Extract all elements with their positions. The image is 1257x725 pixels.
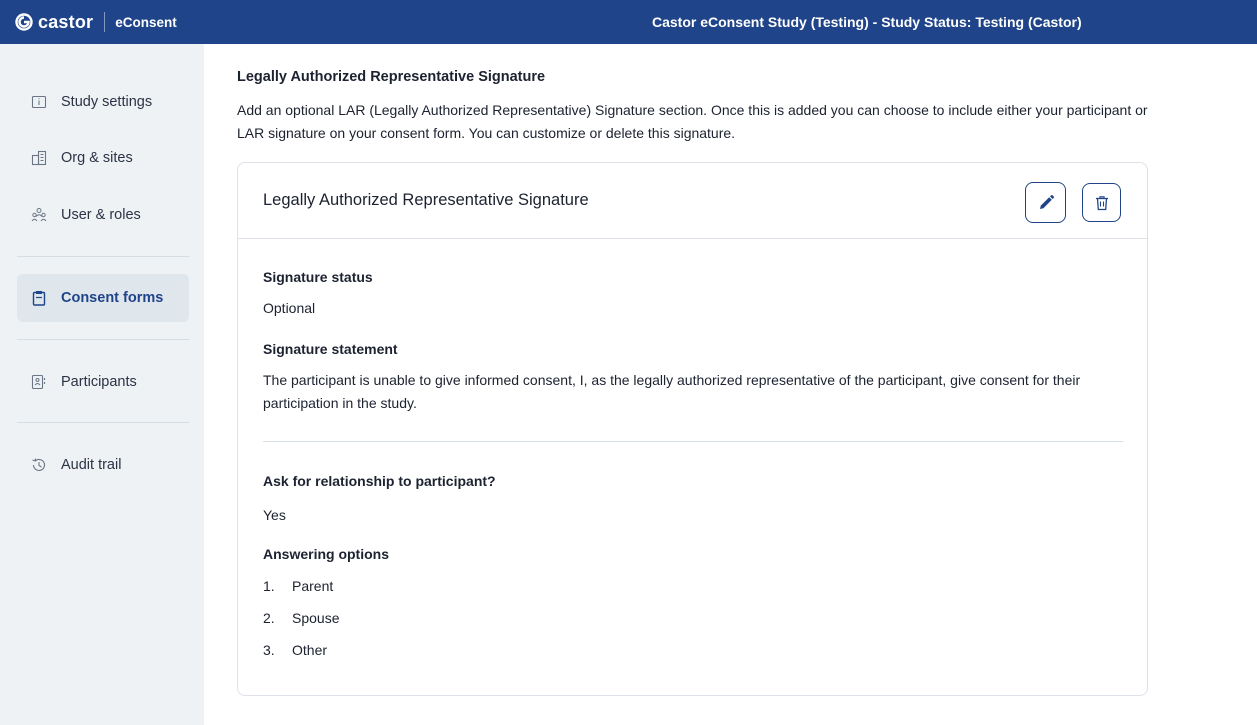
signature-statement-value: The participant is unable to give inform… [263,372,1081,411]
list-item-number: 2. [263,610,275,626]
trash-icon [1095,195,1108,210]
list-item: 2. Spouse [263,610,339,626]
info-square-icon [31,95,47,109]
users-icon [31,208,47,222]
study-status: Castor eConsent Study (Testing) - Study … [652,14,1082,30]
sidebar-item-label: Consent forms [61,290,164,306]
list-item-label: Parent [292,578,334,594]
sidebar-item-label: User & roles [61,207,141,223]
sidebar-item-audit-trail[interactable]: Audit trail [17,441,189,489]
answering-options-label: Answering options [263,546,389,562]
section-description: Add an optional LAR (Legally Authorized … [237,102,1148,141]
sidebar-item-study-settings[interactable]: Study settings [17,78,189,126]
list-item-label: Spouse [292,610,340,626]
sidebar-divider [17,339,189,340]
product-name: eConsent [115,14,177,30]
brand[interactable]: castor eConsent [0,0,177,44]
sidebar-divider [17,256,189,257]
sidebar-item-org-sites[interactable]: Org & sites [17,134,189,182]
sidebar-item-label: Study settings [61,94,153,110]
list-item: 3. Other [263,642,327,658]
card-title: Legally Authorized Representative Signat… [263,191,589,209]
sidebar-item-consent-forms[interactable]: Consent forms [17,274,189,322]
top-bar: castor eConsent Castor eConsent Study (T… [0,0,1257,44]
edit-button[interactable] [1025,182,1066,223]
pencil-icon [1039,194,1054,209]
list-item-label: Other [292,642,328,658]
delete-button[interactable] [1082,183,1121,222]
history-icon [32,458,46,471]
signature-statement-label: Signature statement [263,341,398,357]
list-item: 1. Parent [263,578,333,594]
sidebar-item-label: Participants [61,374,137,390]
card-divider [263,441,1123,442]
sidebar-item-label: Org & sites [61,150,133,166]
sidebar-item-user-roles[interactable]: User & roles [17,191,189,239]
card-header: Legally Authorized Representative Signat… [238,163,1147,239]
main-content: Legally Authorized Representative Signat… [204,44,1257,725]
sidebar-item-label: Audit trail [61,457,122,473]
castor-logo-icon [15,13,33,31]
castor-logo: castor [15,12,93,33]
relationship-question-label: Ask for relationship to participant? [263,473,496,489]
sidebar-item-participants[interactable]: Participants [17,358,189,406]
clipboard-icon [32,291,46,306]
sidebar: Study settings Org & sites User & roles [0,44,204,725]
section-title: Legally Authorized Representative Signat… [237,69,546,85]
list-item-number: 1. [263,578,275,594]
brand-divider [104,12,106,32]
relationship-question-value: Yes [263,507,286,523]
building-icon [31,150,47,166]
participant-card-icon [31,374,46,390]
logo-text: castor [38,11,94,32]
list-item-number: 3. [263,642,275,658]
sidebar-divider [17,422,189,423]
signature-status-value: Optional [263,300,316,316]
lar-signature-card: Legally Authorized Representative Signat… [237,162,1148,696]
signature-status-label: Signature status [263,269,373,285]
